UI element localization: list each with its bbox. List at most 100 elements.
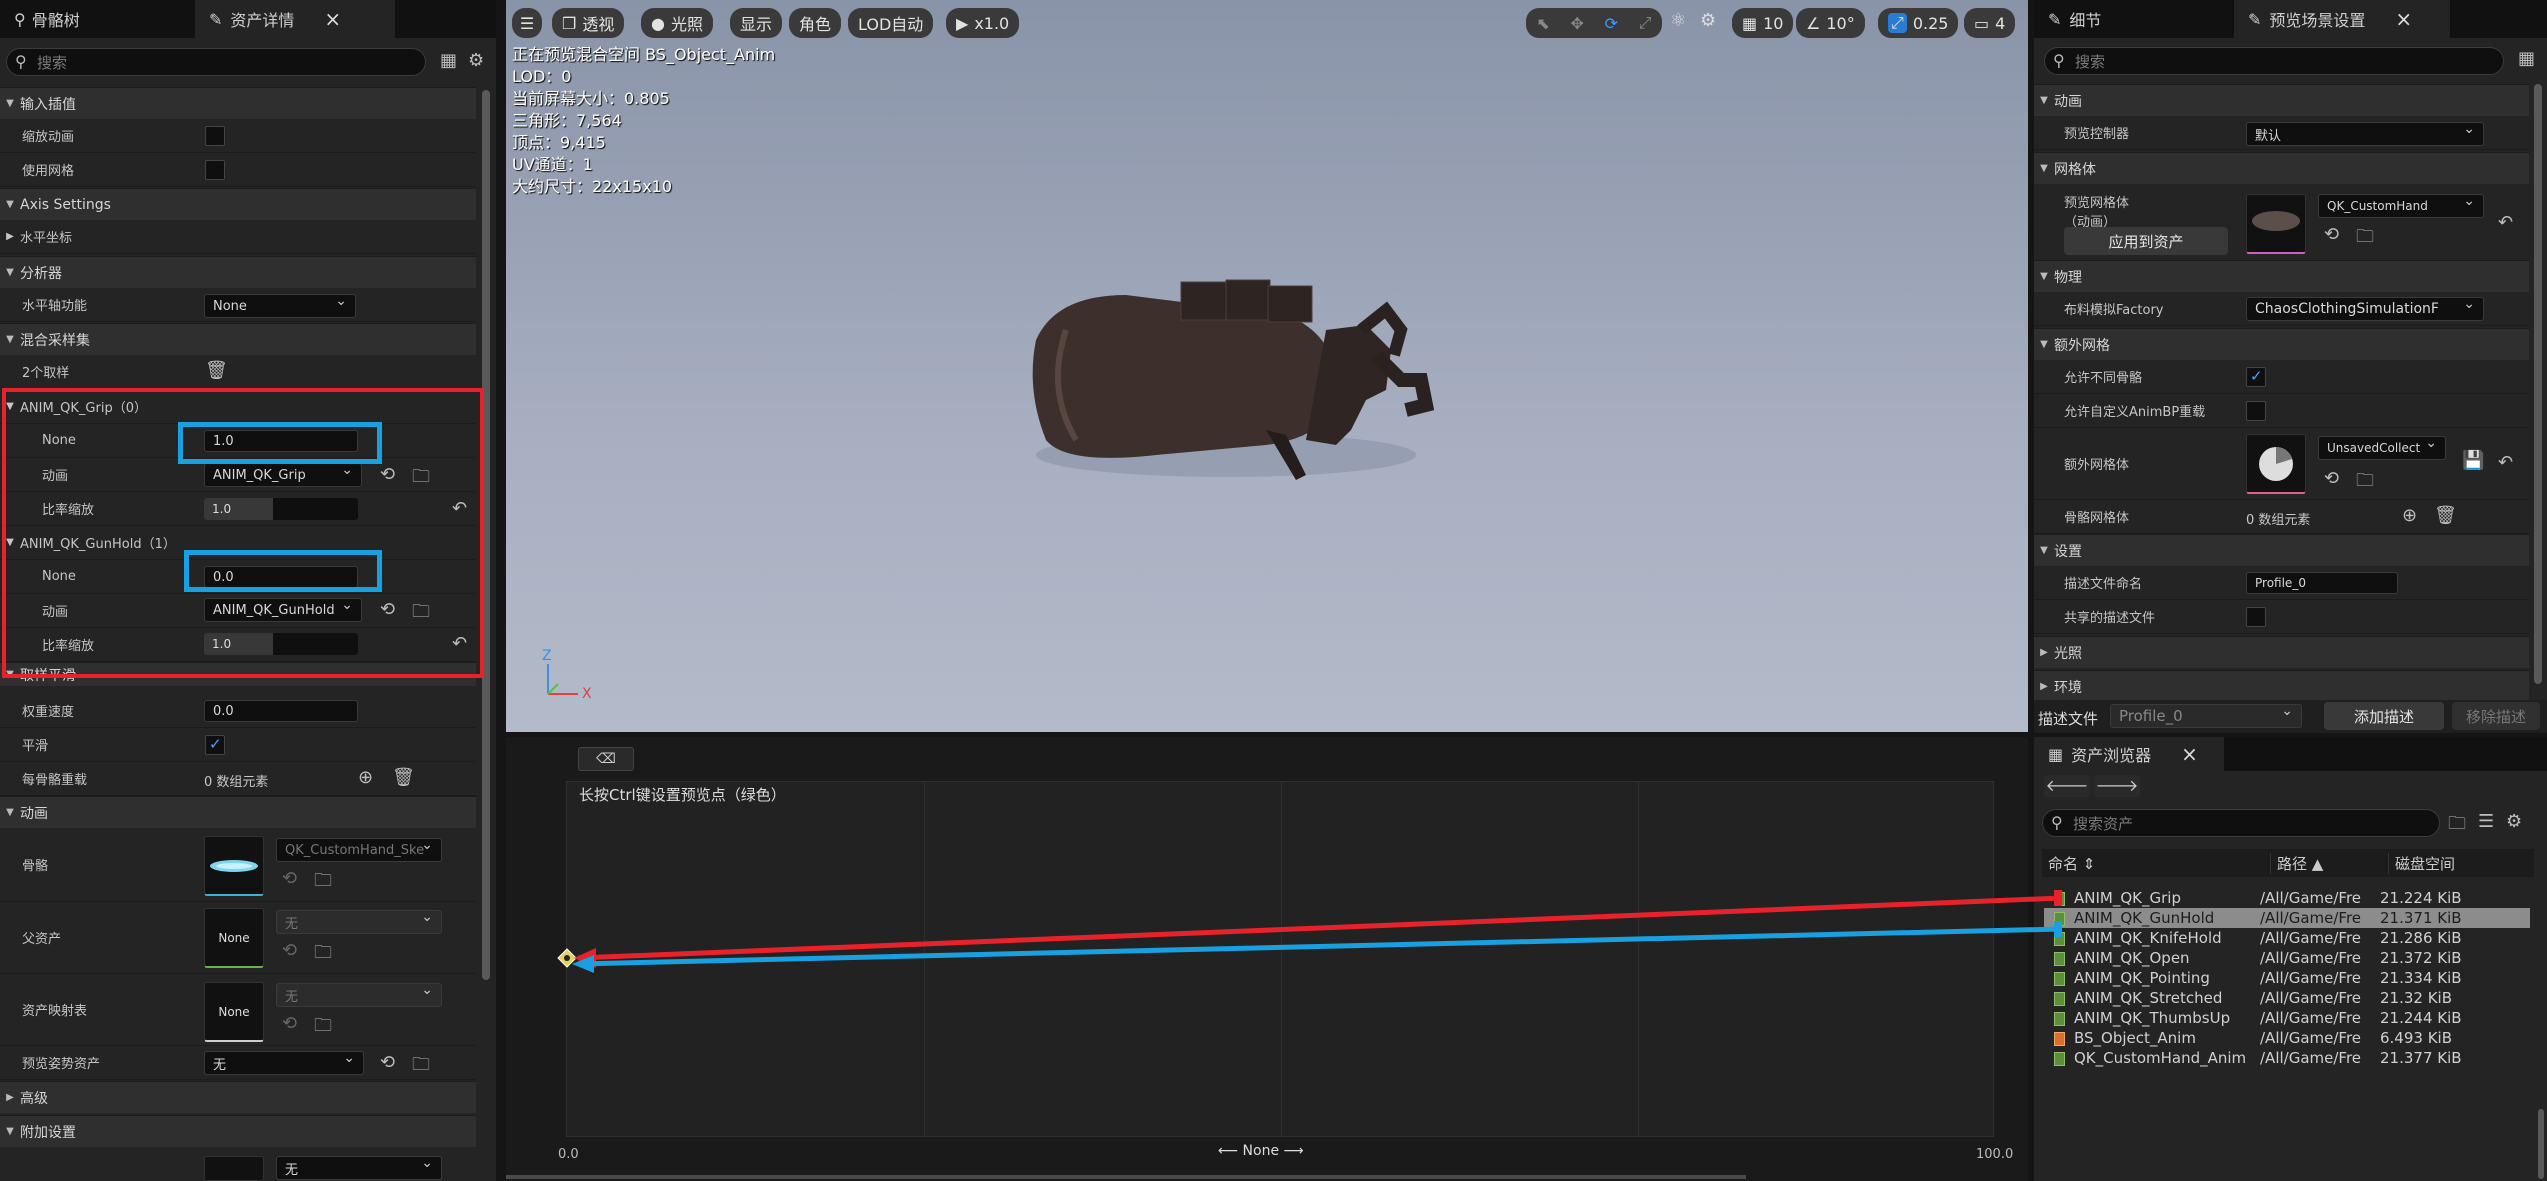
col-name[interactable]: 命名 ⇕ [2042,853,2270,874]
gear-icon[interactable]: ⚙ [2506,811,2522,832]
grid-snap-button[interactable]: ▦ 10 [1732,8,1794,38]
table-row[interactable]: ANIM_QK_ThumbsUp /All/Game/Fre 21.244 Ki… [2044,1008,2530,1028]
table-row[interactable]: ANIM_QK_Pointing /All/Game/Fre 21.334 Ki… [2044,968,2530,988]
reset-icon[interactable]: ⟲ [282,868,297,889]
section-mesh[interactable]: ▼ 网格体 [2034,152,2529,184]
row-horizontal-axis[interactable]: ▶ 水平坐标 [0,220,476,254]
weight-speed-input[interactable]: 0.0 [204,700,358,722]
h-axis-func-dropdown[interactable]: None [204,293,356,318]
close-icon[interactable]: × [324,7,341,31]
move-icon[interactable]: ✥ [1571,14,1584,33]
table-row[interactable]: ANIM_QK_Open /All/Game/Fre 21.372 KiB [2044,948,2530,968]
use-mesh-checkbox[interactable] [205,160,225,180]
search-input[interactable]: ⚲ 搜索 [6,48,426,76]
table-row[interactable]: ANIM_QK_KnifeHold /All/Game/Fre 21.286 K… [2044,928,2530,948]
section-axis-settings[interactable]: ▼ Axis Settings [0,188,476,220]
reset-icon[interactable]: ⟲ [2324,224,2339,245]
add-profile-button[interactable]: 添加描述 [2324,702,2444,730]
add-icon[interactable]: ⊕ [2402,505,2417,526]
section-extra-mesh[interactable]: ▼ 额外网格 [2034,328,2529,360]
parent-asset-thumbnail[interactable]: None [204,908,264,968]
remove-profile-button[interactable]: 移除描述 [2452,702,2540,730]
section-blend-samples[interactable]: ▼ 混合采样集 [0,323,476,355]
forward-arrow-icon[interactable]: 🡒 [2094,775,2140,797]
viewport[interactable]: ☰ ❒ 透视 ● 光照 显示 角色 LOD自动 ▶ x1.0 ⬉ ✥ ⟳ ⤢ ⚛ ⚙ … [506,0,2028,732]
additive-thumbnail[interactable] [204,1156,264,1181]
section-analysis[interactable]: ▼ 分析器 [0,256,476,288]
world-icon[interactable]: ⚛ [1670,10,1686,31]
table-row[interactable]: QK_CustomHand_Anim /All/Game/Fre 21.377 … [2044,1048,2530,1068]
close-icon[interactable]: × [2181,742,2198,766]
angle-snap-button[interactable]: ∠ 10° [1796,8,1865,38]
save-icon[interactable]: 💾 [2462,450,2484,471]
tab-asset-details[interactable]: ✎ 资产详情 × [195,0,395,38]
skeleton-thumbnail[interactable] [204,836,264,896]
asset-search-input[interactable]: ⚲ 搜索资产 [2042,809,2440,837]
browse-icon[interactable]: 🗀 [314,940,332,970]
scale-snap-button[interactable]: ⤢ 0.25 [1878,8,1959,38]
lit-button[interactable]: ● 光照 [641,8,713,38]
profile-name-input[interactable]: Profile_0 [2246,572,2398,594]
section-advanced[interactable]: ▶ 高级 [0,1081,476,1113]
rotate-icon[interactable]: ⟳ [1605,14,1618,33]
surface-snap-icon[interactable]: ⚙ [1700,10,1716,31]
reset-icon[interactable]: ⟲ [282,1013,297,1034]
browse-icon[interactable]: 🗀 [2356,224,2374,254]
preview-mesh-thumbnail[interactable] [2246,194,2306,254]
preview-mesh-dropdown[interactable]: QK_CustomHand [2318,193,2484,218]
viewport-menu-button[interactable]: ☰ [512,8,542,38]
asset-browser-scrollbar[interactable] [2538,1109,2544,1179]
right-search-input[interactable]: ⚲ 搜索 [2044,47,2504,75]
tab-details[interactable]: ✎ 细节 [2034,0,2234,38]
graph-toggle-button[interactable]: ⌫ [578,747,634,771]
character-button[interactable]: 角色 [789,8,842,38]
blend-sample-point[interactable] [557,948,577,968]
additive-dropdown[interactable]: 无 [276,1155,442,1180]
allow-diff-skel-checkbox[interactable] [2246,367,2266,387]
section-settings[interactable]: ▼ 设置 [2034,534,2529,566]
browse-icon[interactable]: 🗀 [314,868,332,898]
undo-icon[interactable]: ↶ [2498,452,2513,473]
table-row[interactable]: ANIM_QK_Grip /All/Game/Fre 21.224 KiB [2044,888,2530,908]
skeleton-dropdown[interactable]: QK_CustomHand_Ske [276,837,442,862]
back-arrow-icon[interactable]: 🡐 [2044,775,2090,797]
preview-pose-dropdown[interactable]: 无 [204,1050,364,1075]
section-animation[interactable]: ▼ 动画 [0,796,476,828]
section-environment[interactable]: ▶ 环境 [2034,670,2529,702]
table-row[interactable]: ANIM_QK_GunHold /All/Game/Fre 21.371 KiB [2044,908,2530,928]
section-animation[interactable]: ▼ 动画 [2034,84,2529,116]
graph-scrollbar[interactable] [506,1175,1746,1179]
show-button[interactable]: 显示 [730,8,783,38]
play-speed-button[interactable]: ▶ x1.0 [946,8,1020,38]
reset-icon[interactable]: ⟲ [282,940,297,961]
add-icon[interactable]: ⊕ [358,767,373,788]
reset-icon[interactable]: ⟲ [380,1052,395,1073]
profile-dropdown[interactable]: Profile_0 [2110,703,2302,728]
allow-custom-animbp-checkbox[interactable] [2246,401,2266,421]
cloth-factory-dropdown[interactable]: ChaosClothingSimulationF [2246,297,2484,321]
table-row[interactable]: BS_Object_Anim /All/Game/Fre 6.493 KiB [2044,1028,2530,1048]
scale-icon[interactable]: ⤢ [1639,13,1652,33]
right-scrollbar[interactable] [2534,84,2542,684]
preview-controller-dropdown[interactable]: 默认 [2246,121,2484,146]
reset-icon[interactable]: ⟲ [2324,468,2339,489]
tab-preview-scene[interactable]: ✎ 预览场景设置 × [2234,0,2450,38]
browse-icon[interactable]: 🗀 [314,1013,332,1043]
section-additive[interactable]: ▼ 附加设置 [0,1115,476,1147]
trash-icon[interactable]: 🗑 [392,767,415,788]
undo-icon[interactable]: ↶ [2498,212,2513,233]
browse-icon[interactable]: 🗀 [2356,468,2374,498]
asset-map-dropdown[interactable]: 无 [276,982,442,1007]
parent-asset-dropdown[interactable]: 无 [276,909,442,934]
grid-view-icon[interactable]: ▦ [440,50,457,71]
section-lighting[interactable]: ▶ 光照 [2034,636,2529,668]
trash-icon[interactable]: 🗑 [2434,505,2457,526]
table-row[interactable]: ANIM_QK_Stretched /All/Game/Fre 21.32 Ki… [2044,988,2530,1008]
scale-anim-checkbox[interactable] [205,126,225,146]
tab-skeleton-tree[interactable]: ⚲ 骨骼树 [0,0,94,38]
extra-mesh-thumbnail[interactable] [2246,434,2306,494]
section-physics[interactable]: ▼ 物理 [2034,260,2529,292]
lod-button[interactable]: LOD自动 [848,8,934,38]
select-icon[interactable]: ⬉ [1536,14,1549,33]
camera-speed-button[interactable]: ▭ 4 [1964,8,2016,38]
